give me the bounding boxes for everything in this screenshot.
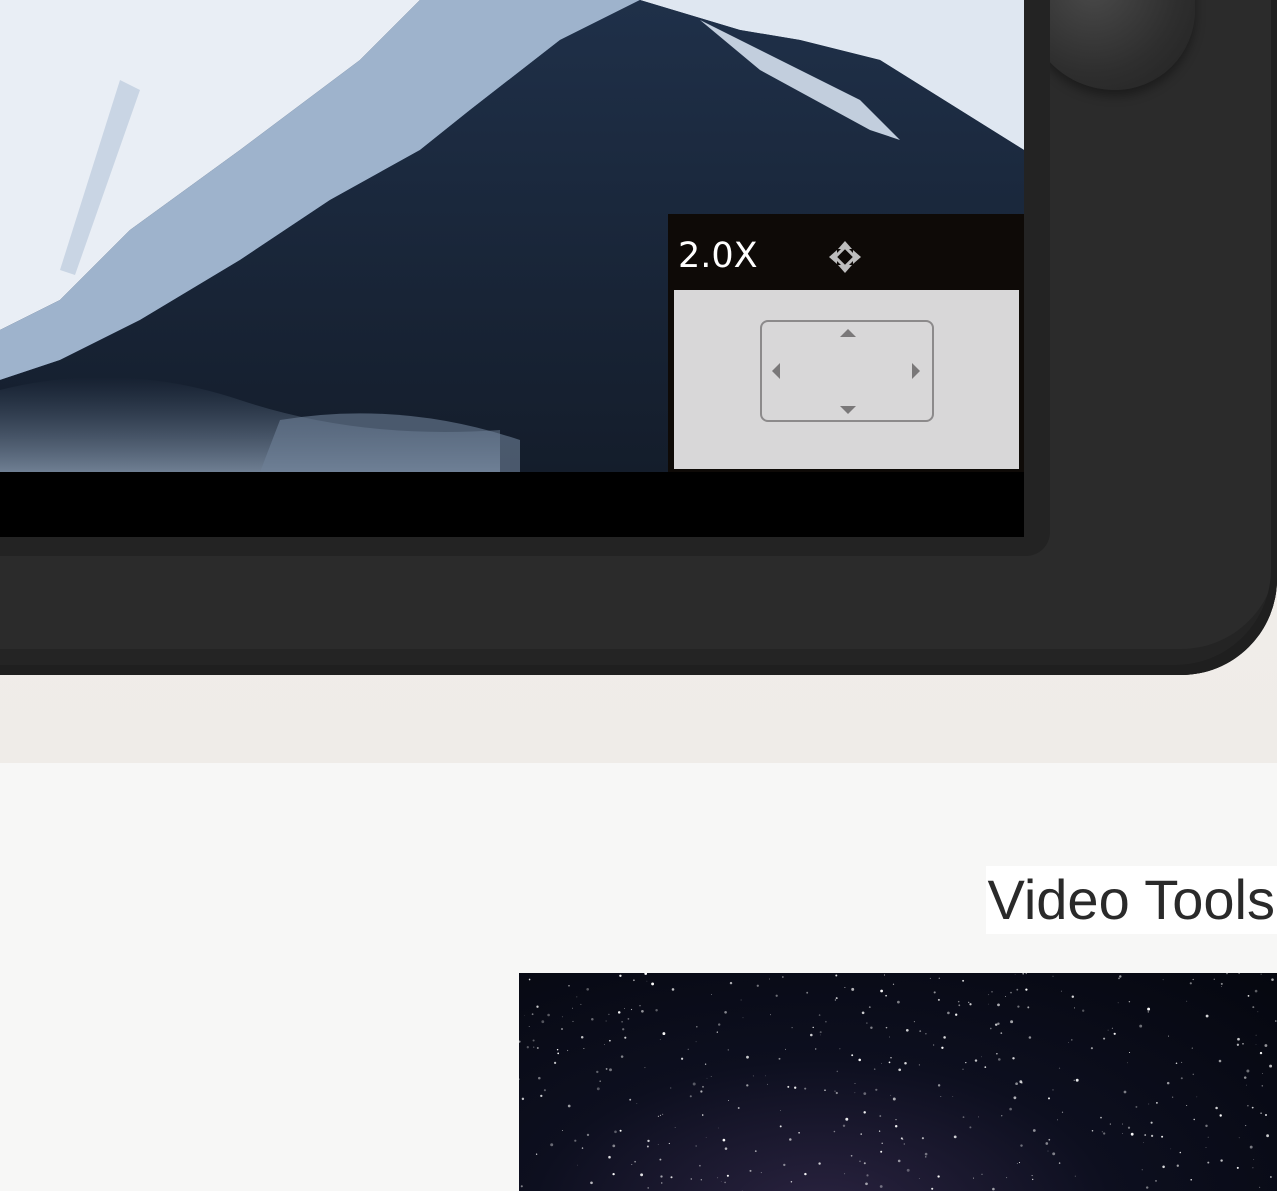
triangle-down-icon[interactable] xyxy=(840,406,856,414)
triangle-right-icon[interactable] xyxy=(912,363,920,379)
screen-bottom-bar xyxy=(0,472,1024,537)
control-dial[interactable] xyxy=(1025,0,1195,90)
starfield-image xyxy=(519,973,1277,1191)
hero-band: 2.0X xyxy=(0,0,1277,763)
zoom-minimap[interactable] xyxy=(674,290,1019,469)
triangle-up-icon[interactable] xyxy=(840,329,856,337)
video-tools-heading: Video Tools xyxy=(985,866,1277,934)
monitor-screen: 2.0X xyxy=(0,0,1024,537)
triangle-left-icon[interactable] xyxy=(772,363,780,379)
pan-viewport-box[interactable] xyxy=(760,320,934,422)
move-arrows-icon[interactable] xyxy=(826,238,864,276)
zoom-level-label: 2.0X xyxy=(678,236,758,276)
zoom-panel: 2.0X xyxy=(668,214,1024,472)
